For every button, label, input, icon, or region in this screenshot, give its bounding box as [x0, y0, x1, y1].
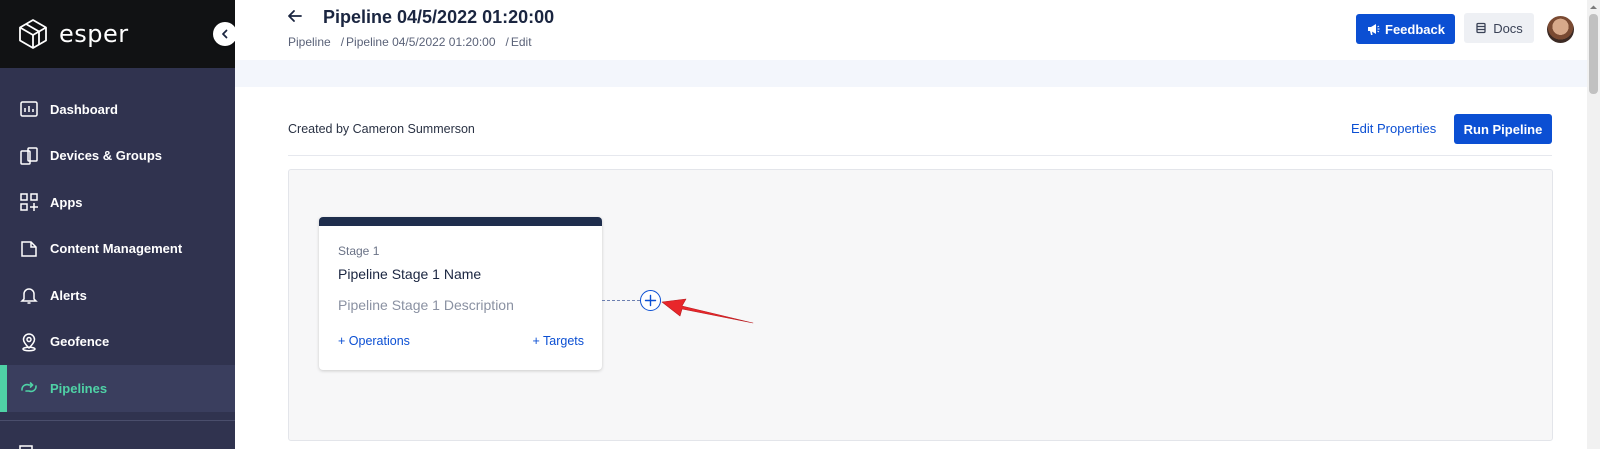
sidebar-item-apps[interactable]: Apps	[0, 179, 235, 226]
annotation-arrow-icon	[661, 298, 754, 324]
breadcrumb-separator: /	[505, 35, 509, 49]
created-by-text: Created by Cameron Summerson	[288, 122, 475, 136]
stage-card-header-bar	[319, 217, 602, 226]
scrollbar-thumb[interactable]	[1589, 14, 1598, 94]
add-stage-button[interactable]	[640, 290, 661, 311]
stage-description: Pipeline Stage 1 Description	[338, 297, 514, 313]
add-operations-link[interactable]: + Operations	[338, 334, 410, 348]
bell-icon	[19, 285, 39, 305]
sidebar-item-partial	[0, 421, 235, 449]
scroll-up-icon[interactable]	[1589, 3, 1598, 12]
edit-properties-link[interactable]: Edit Properties	[1351, 121, 1436, 136]
sidebar-item-geofence[interactable]: Geofence	[0, 319, 235, 366]
docs-button[interactable]: Docs	[1464, 13, 1534, 43]
sidebar-item-label: Content Management	[50, 241, 183, 257]
pipelines-icon	[19, 378, 39, 398]
vertical-scrollbar[interactable]	[1587, 0, 1600, 449]
plus-icon	[644, 294, 657, 307]
content-divider	[288, 155, 1552, 156]
page-title: Pipeline 04/5/2022 01:20:00	[323, 7, 555, 27]
dashboard-icon	[19, 99, 39, 119]
sidebar-item-pipelines[interactable]: Pipelines	[0, 365, 235, 412]
folder-icon	[19, 239, 39, 259]
sidebar: esper Dashboard Devices & Groups Apps Co…	[0, 0, 235, 449]
avatar[interactable]	[1547, 16, 1574, 43]
collapse-sidebar-button[interactable]	[213, 22, 235, 46]
settings-icon	[19, 444, 33, 449]
apps-icon	[19, 192, 39, 212]
sidebar-item-label: Devices & Groups	[50, 148, 162, 164]
sidebar-item-label: Alerts	[50, 287, 87, 303]
breadcrumb: Pipeline / Pipeline 04/5/2022 01:20:00 /E…	[288, 35, 532, 49]
run-pipeline-button[interactable]: Run Pipeline	[1454, 114, 1552, 144]
breadcrumb-pipeline[interactable]: Pipeline	[288, 35, 331, 49]
sidebar-item-label: Geofence	[50, 334, 110, 350]
sidebar-item-content-management[interactable]: Content Management	[0, 226, 235, 273]
megaphone-icon	[1368, 24, 1380, 35]
sidebar-item-label: Dashboard	[50, 101, 118, 117]
stage-label: Stage 1	[338, 244, 380, 258]
breadcrumb-separator: /	[340, 35, 345, 49]
brand-name: esper	[59, 20, 129, 48]
location-pin-icon	[19, 332, 39, 352]
brand-header: esper	[0, 0, 235, 68]
feedback-label: Feedback	[1385, 21, 1445, 37]
stage-connector-line	[602, 300, 640, 301]
sidebar-item-dashboard[interactable]: Dashboard	[0, 86, 235, 133]
docs-label: Docs	[1493, 20, 1523, 36]
add-targets-link[interactable]: + Targets	[532, 334, 584, 348]
chevron-left-icon	[222, 29, 228, 39]
sidebar-item-alerts[interactable]: Alerts	[0, 272, 235, 319]
breadcrumb-pipeline-name[interactable]: Pipeline 04/5/2022 01:20:00	[346, 35, 495, 49]
feedback-button[interactable]: Feedback	[1356, 14, 1455, 44]
stage-card[interactable]: Stage 1 Pipeline Stage 1 Name Pipeline S…	[319, 217, 602, 370]
sidebar-item-label: Pipelines	[50, 380, 108, 396]
esper-logo-icon[interactable]	[17, 18, 49, 50]
breadcrumb-edit: Edit	[510, 35, 532, 49]
devices-icon	[19, 146, 39, 166]
sidebar-item-devices-groups[interactable]: Devices & Groups	[0, 133, 235, 180]
top-header: Pipeline 04/5/2022 01:20:00 Pipeline / Pi…	[235, 0, 1587, 60]
sidebar-nav: Dashboard Devices & Groups Apps Content …	[0, 68, 235, 449]
stage-name: Pipeline Stage 1 Name	[338, 266, 482, 282]
sidebar-item-label: Apps	[50, 194, 83, 210]
header-strip	[235, 60, 1587, 87]
docs-icon	[1476, 22, 1486, 34]
back-arrow-icon[interactable]	[285, 6, 305, 26]
